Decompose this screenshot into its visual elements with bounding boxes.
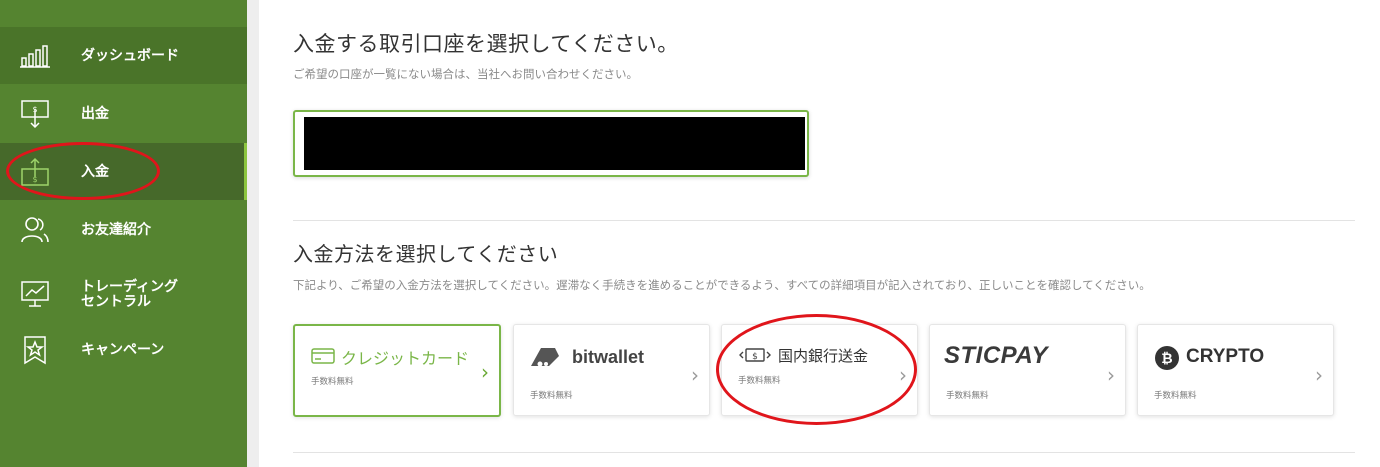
monitor-chart-icon — [20, 280, 50, 308]
bitcoin-icon: ₿ — [1154, 345, 1180, 371]
sidebar-item-label: ダッシュボード — [81, 47, 179, 63]
method-fee: 手数料無料 — [1154, 391, 1197, 401]
withdraw-icon: $ — [20, 99, 50, 128]
method-credit-card[interactable]: クレジットカード 手数料無料 › — [293, 324, 501, 417]
ribbon-star-icon — [20, 335, 50, 364]
method-name: 国内銀行送金 — [778, 347, 869, 365]
chevron-right-icon: › — [481, 360, 489, 384]
account-section-title: 入金する取引口座を選択してください。 — [293, 32, 679, 56]
method-fee: 手数料無料 — [530, 391, 573, 401]
sidebar-item-label: 出金 — [81, 105, 109, 121]
svg-text:$: $ — [32, 105, 37, 114]
sidebar-item-label: お友達紹介 — [81, 221, 151, 237]
redacted-account-info — [304, 117, 805, 170]
method-section-note: 下記より、ご希望の入金方法を選択してください。遅滞なく手続きを進めることができる… — [293, 278, 1151, 292]
sidebar-item-referral[interactable]: お友達紹介 — [0, 201, 247, 258]
chevron-right-icon: › — [1107, 363, 1115, 387]
method-section-title: 入金方法を選択してください — [293, 242, 559, 266]
sidebar-item-trading-central[interactable]: トレーディング セントラル — [0, 265, 247, 322]
bank-transfer-icon: $ — [738, 346, 772, 364]
method-fee: 手数料無料 — [738, 376, 781, 386]
method-crypto[interactable]: ₿ CRYPTO 手数料無料 › — [1137, 324, 1334, 416]
method-fee: 手数料無料 — [311, 377, 354, 387]
section-divider — [293, 452, 1355, 453]
method-name: クレジットカード — [341, 349, 470, 368]
deposit-icon: $ — [20, 157, 50, 186]
method-bank-transfer[interactable]: $ 国内銀行送金 手数料無料 › — [721, 324, 918, 416]
credit-card-icon — [311, 347, 335, 365]
sidebar-item-campaign[interactable]: キャンペーン — [0, 321, 247, 378]
bitwallet-logo-icon — [528, 343, 562, 371]
account-section-note: ご希望の口座が一覧にない場合は、当社へお問い合わせください。 — [293, 67, 638, 81]
method-name: CRYPTO — [1186, 346, 1265, 367]
sidebar-item-label: 入金 — [81, 163, 109, 179]
method-name: STICPAY — [944, 342, 1048, 369]
sidebar: ダッシュボード $ 出金 $ 入金 お友達紹介 トレーディング セントラル キャ… — [0, 0, 247, 467]
chevron-right-icon: › — [899, 363, 907, 387]
app: ダッシュボード $ 出金 $ 入金 お友達紹介 トレーディング セントラル キャ… — [0, 0, 1380, 467]
svg-text:$: $ — [32, 175, 37, 184]
svg-text:₿: ₿ — [1161, 351, 1172, 367]
sidebar-item-label: トレーディング セントラル — [81, 277, 179, 309]
chevron-right-icon: › — [1315, 363, 1323, 387]
method-bitwallet[interactable]: bitwallet 手数料無料 › — [513, 324, 710, 416]
sidebar-item-deposit[interactable]: $ 入金 — [0, 143, 247, 200]
method-name: bitwallet — [572, 347, 645, 367]
svg-text:$: $ — [752, 352, 758, 362]
chevron-right-icon: › — [691, 363, 699, 387]
method-sticpay[interactable]: STICPAY 手数料無料 › — [929, 324, 1126, 416]
method-fee: 手数料無料 — [946, 391, 989, 401]
section-divider — [293, 220, 1355, 221]
sidebar-gutter — [247, 0, 259, 467]
main-content: 入金する取引口座を選択してください。 ご希望の口座が一覧にない場合は、当社へお問… — [259, 0, 1380, 467]
sidebar-item-label: キャンペーン — [81, 341, 165, 357]
account-selector[interactable] — [293, 110, 809, 177]
bar-chart-icon — [20, 42, 50, 70]
friends-icon — [20, 216, 50, 244]
sidebar-item-dashboard[interactable]: ダッシュボード — [0, 27, 247, 84]
sidebar-item-withdraw[interactable]: $ 出金 — [0, 85, 247, 142]
